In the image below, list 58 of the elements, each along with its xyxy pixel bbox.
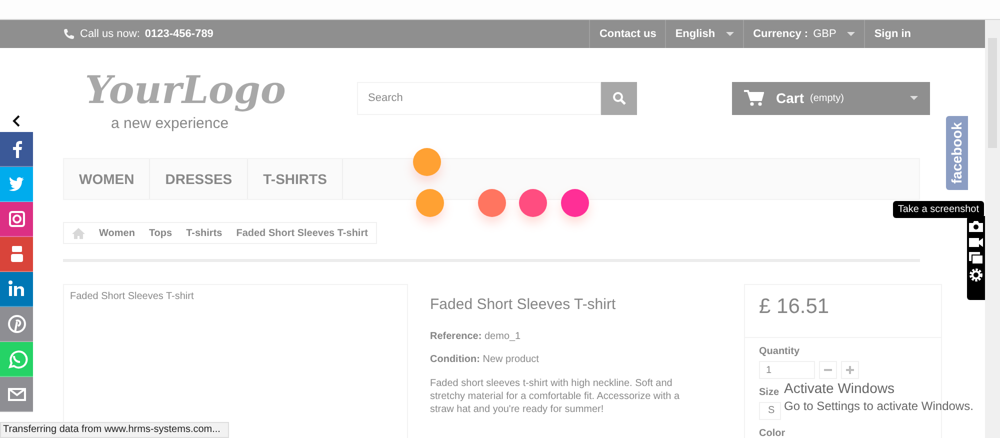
call-label: Call us now: <box>80 28 140 40</box>
tooltip: Take a screenshot <box>892 201 984 218</box>
top-link[interactable]: Contact us <box>589 20 666 48</box>
quantity-field[interactable]: 1 <box>759 361 815 379</box>
menu-tab[interactable]: WOMEN <box>64 159 150 199</box>
pinterest-icon <box>6 313 28 335</box>
cart-icon <box>744 90 764 106</box>
product-title: Faded Short Sleeves T-shirt <box>430 296 617 313</box>
windows-icon[interactable] <box>969 252 983 264</box>
loading-dot <box>478 189 506 217</box>
youtube-share-button[interactable] <box>0 237 33 272</box>
status-text: Transferring data from www.hrms-systems.com... <box>0 422 229 438</box>
breadcrumb-link[interactable]: Tops <box>148 228 172 238</box>
whatsapp-icon <box>6 348 28 370</box>
breadcrumb-link[interactable]: Women <box>99 228 135 238</box>
email-share-button[interactable] <box>0 377 33 412</box>
logo-tagline: a new experience <box>111 114 229 132</box>
menu-tab[interactable]: T-SHIRTS <box>248 159 343 199</box>
search-icon <box>612 91 626 105</box>
scrollbar[interactable] <box>985 20 1000 438</box>
phone-number: 0123-456-789 <box>144 28 214 40</box>
plus-icon <box>846 366 854 374</box>
breadcrumb-link[interactable]: T-shirts <box>186 228 222 238</box>
dropdown-selector[interactable]: English <box>665 20 744 48</box>
menu-tab[interactable]: DRESSES <box>150 159 248 199</box>
phone-icon <box>63 28 75 40</box>
minus-icon <box>824 366 832 374</box>
loading-dot <box>413 148 441 176</box>
product-description: Faded short sleeves t-shirt with high neckline. Soft and stretchy material for a comfortable fit. Accessorize with a straw hat and you're ready for summer! <box>430 377 681 416</box>
settings-icon[interactable] <box>969 268 983 282</box>
logo-text: YourLogo <box>85 66 287 114</box>
breadcrumb-current: Faded Short Sleeves T-shirt <box>236 228 368 238</box>
facebook-tab[interactable]: facebook <box>946 116 968 190</box>
video-camera-icon[interactable] <box>969 236 983 248</box>
cart-button[interactable]: Cart (empty) <box>732 82 930 114</box>
activation-text: Go to Settings to activate Windows. <box>784 399 974 413</box>
product-price: £ 16.51 <box>745 285 941 338</box>
size-label: Size <box>759 387 780 398</box>
reference-line: Reference: demo_1 <box>430 331 522 342</box>
image-caption: Faded Short Sleeves T-shirt <box>70 291 194 302</box>
search-field[interactable]: Search <box>357 82 601 114</box>
dropdown-selector[interactable]: Currency : GBP <box>743 20 864 48</box>
search-button[interactable] <box>601 82 637 114</box>
color-label: Color <box>759 428 786 438</box>
quantity-label: Quantity <box>759 346 800 357</box>
facebook-share-button[interactable] <box>0 132 33 167</box>
loading-dot <box>519 189 547 217</box>
linkedin-share-button[interactable] <box>0 272 33 307</box>
loading-dot <box>416 189 444 217</box>
pinterest-share-button[interactable] <box>0 307 33 342</box>
chevron-left-icon <box>12 115 22 127</box>
size-select[interactable]: S <box>759 402 781 420</box>
loading-dot <box>561 189 589 217</box>
activation-title: Activate Windows <box>784 380 896 396</box>
top-link[interactable]: Sign in <box>864 20 920 48</box>
camera-icon[interactable] <box>969 220 983 232</box>
condition-line: Condition: New product <box>430 354 540 365</box>
instagram-share-button[interactable] <box>0 202 33 237</box>
